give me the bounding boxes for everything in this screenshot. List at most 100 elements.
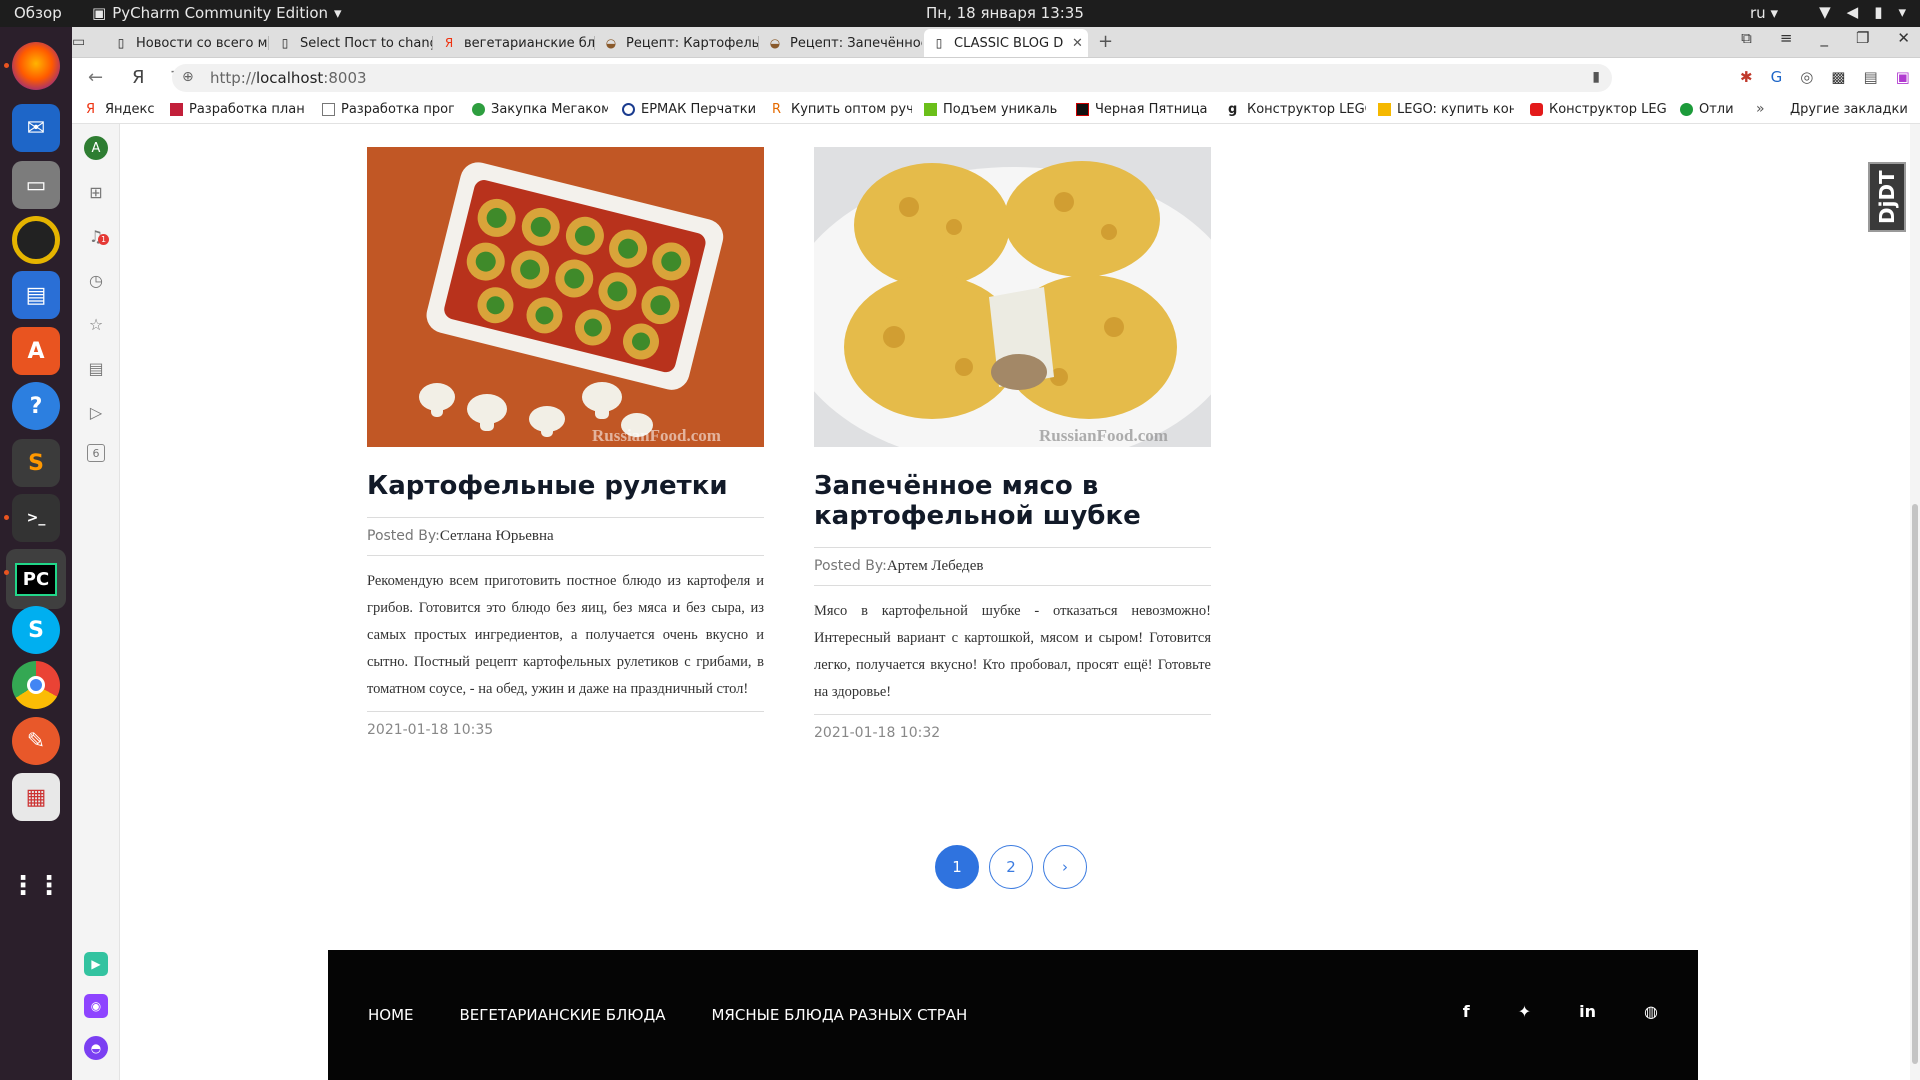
- account-avatar[interactable]: A: [84, 136, 108, 160]
- bookmark-item[interactable]: Разработка прог: [322, 102, 454, 117]
- sync-extension-icon[interactable]: ◎: [1800, 68, 1813, 86]
- postman-icon[interactable]: ✎: [12, 717, 60, 765]
- tab-django-admin[interactable]: ▯Select Пост to change | Dja: [270, 29, 432, 57]
- url-scheme: http://: [210, 69, 256, 87]
- tab-news[interactable]: ▯Новости со всего мира: [106, 29, 268, 57]
- running-indicator: [4, 570, 9, 575]
- alice-assistant-icon[interactable]: ◓: [84, 1036, 108, 1060]
- bookmark-item[interactable]: Я Яндекс: [86, 102, 166, 117]
- firefox-icon[interactable]: [12, 42, 60, 90]
- thunderbird-icon[interactable]: ✉: [12, 104, 60, 152]
- document-viewer-icon[interactable]: ▦: [12, 773, 60, 821]
- post-title[interactable]: Запечённое мясо в картофельной шубке: [814, 471, 1211, 531]
- footer-link-vegetarian[interactable]: ВЕГЕТАРИАНСКИЕ БЛЮДА: [460, 1006, 666, 1024]
- close-icon[interactable]: ✕: [1897, 29, 1910, 47]
- video-icon[interactable]: ▷: [84, 400, 108, 424]
- post-image[interactable]: RussianFood.com: [367, 147, 764, 447]
- sidebar-toggle-icon[interactable]: ▭: [72, 34, 85, 50]
- other-bookmarks[interactable]: Другие закладки▾: [1790, 102, 1910, 117]
- app-icon: ▣: [92, 4, 107, 22]
- footer-link-home[interactable]: HOME: [368, 1006, 414, 1024]
- bookmark-item[interactable]: Закупка Мегаком: [472, 102, 608, 117]
- globe-icon: ⊕: [182, 69, 194, 85]
- tab-recipe-potato[interactable]: ◒Рецепт: Картофельные ру: [596, 29, 758, 57]
- page-2-button[interactable]: 2: [989, 845, 1033, 889]
- terminal-icon[interactable]: >_: [12, 494, 60, 542]
- bookmark-icon[interactable]: ▮: [1592, 69, 1600, 85]
- close-tab-icon[interactable]: ✕: [1072, 36, 1083, 51]
- collections-icon[interactable]: ▤: [1863, 68, 1877, 86]
- menu-icon[interactable]: ≡: [1780, 29, 1793, 47]
- site-icon: ◒: [605, 36, 617, 50]
- collections-icon[interactable]: ▤: [84, 356, 108, 380]
- new-tab-icon[interactable]: +: [1098, 31, 1113, 52]
- minimize-icon[interactable]: _: [1820, 29, 1828, 47]
- app-menu[interactable]: ▣ PyCharm Community Edition ▾: [92, 4, 342, 22]
- twitter-icon[interactable]: ✦: [1518, 1002, 1531, 1021]
- tab-recipe-meat[interactable]: ◒Рецепт: Запечённое мясо: [760, 29, 922, 57]
- bookmark-item[interactable]: Черная Пятница: [1076, 102, 1210, 117]
- next-page-button[interactable]: ›: [1043, 845, 1087, 889]
- bookmark-item[interactable]: Отли: [1680, 102, 1740, 117]
- bookmark-item[interactable]: R Купить оптом руч: [772, 102, 912, 117]
- post-title[interactable]: Картофельные рулетки: [367, 471, 764, 501]
- bookmark-item[interactable]: Разработка план: [170, 102, 306, 117]
- post-image[interactable]: RussianFood.com: [814, 147, 1211, 447]
- chrome-icon[interactable]: [12, 661, 60, 709]
- footer-link-meat[interactable]: МЯСНЫЕ БЛЮДА РАЗНЫХ СТРАН: [711, 1006, 967, 1024]
- tab-vegetarian[interactable]: Явегетарианские блюда —: [434, 29, 594, 57]
- skype-icon[interactable]: S: [12, 606, 60, 654]
- clock[interactable]: Пн, 18 января 13:35: [926, 4, 1084, 22]
- bookmark-manager-icon[interactable]: ⧉: [1741, 29, 1752, 47]
- more-bookmarks-icon[interactable]: »: [1756, 101, 1765, 117]
- page-icon: [322, 103, 335, 116]
- screenshot-extension-icon[interactable]: ▣: [1896, 68, 1910, 86]
- django-debug-toolbar-handle[interactable]: DjDT: [1868, 162, 1906, 232]
- scrollbar-thumb[interactable]: [1912, 504, 1918, 1064]
- facebook-icon[interactable]: f: [1463, 1002, 1470, 1021]
- post-card: RussianFood.com Запечённое мясо в картоф…: [814, 147, 1211, 741]
- writer-icon[interactable]: ▤: [12, 271, 60, 319]
- ladybug-extension-icon[interactable]: ✱: [1740, 68, 1753, 86]
- sublime-text-icon[interactable]: S: [12, 439, 60, 487]
- system-tray[interactable]: ▼ ◀ ▮ ▾: [1819, 3, 1906, 21]
- site-icon: [472, 103, 485, 116]
- translate-extension-icon[interactable]: G: [1771, 68, 1783, 86]
- notifications-icon[interactable]: ♫ 1: [84, 224, 109, 248]
- photo-watermark: RussianFood.com: [592, 426, 721, 445]
- messenger-icon[interactable]: ▶: [84, 952, 108, 976]
- site-icon: [1076, 103, 1089, 116]
- history-icon[interactable]: ◷: [84, 268, 108, 292]
- browser-tab-bar: ▭ ▯Новости со всего мира ▯Select Пост to…: [72, 27, 1920, 58]
- tab-classic-blog[interactable]: ▯CLASSIC BLOG DESIGN:✕: [924, 29, 1088, 57]
- help-icon[interactable]: ?: [12, 382, 60, 430]
- bookmark-item[interactable]: LEGO: купить кон: [1378, 102, 1514, 117]
- tab-counter[interactable]: 6: [87, 444, 105, 462]
- potato-rolls-photo: RussianFood.com: [367, 147, 764, 447]
- url-field[interactable]: ⊕ http://localhost:8003 ▮: [172, 64, 1612, 92]
- software-center-icon[interactable]: A: [12, 327, 60, 375]
- page-scrollbar[interactable]: [1910, 124, 1920, 1080]
- linkedin-icon[interactable]: in: [1579, 1002, 1596, 1021]
- files-icon[interactable]: ▭: [12, 161, 60, 209]
- yandex-home-icon[interactable]: Я: [132, 67, 145, 88]
- favorites-star-icon[interactable]: ☆: [84, 312, 108, 336]
- apps-grid-icon[interactable]: ⊞: [84, 180, 108, 204]
- dribbble-icon[interactable]: ◍: [1644, 1002, 1658, 1021]
- rhythmbox-icon[interactable]: [12, 216, 60, 264]
- language-indicator[interactable]: ru ▾: [1750, 4, 1778, 22]
- post-author: Сетлана Юрьевна: [439, 528, 554, 544]
- bookmark-item[interactable]: ЕРМАК Перчатки: [622, 102, 756, 117]
- camera-app-icon[interactable]: ◉: [84, 994, 108, 1018]
- pycharm-icon[interactable]: PC: [6, 549, 66, 609]
- activities-button[interactable]: Обзор: [14, 4, 62, 22]
- site-icon: [1530, 103, 1543, 116]
- back-icon[interactable]: ←: [88, 67, 103, 88]
- bookmark-item[interactable]: Конструктор LEGO: [1530, 102, 1666, 117]
- bookmark-item[interactable]: Подъем уникаль: [924, 102, 1058, 117]
- show-apps-icon[interactable]: ⋮⋮: [10, 862, 62, 910]
- page-1-button[interactable]: 1: [935, 845, 979, 889]
- qr-extension-icon[interactable]: ▩: [1831, 68, 1845, 86]
- bookmark-item[interactable]: g Конструктор LEGO: [1228, 102, 1366, 117]
- maximize-icon[interactable]: ❐: [1856, 29, 1869, 47]
